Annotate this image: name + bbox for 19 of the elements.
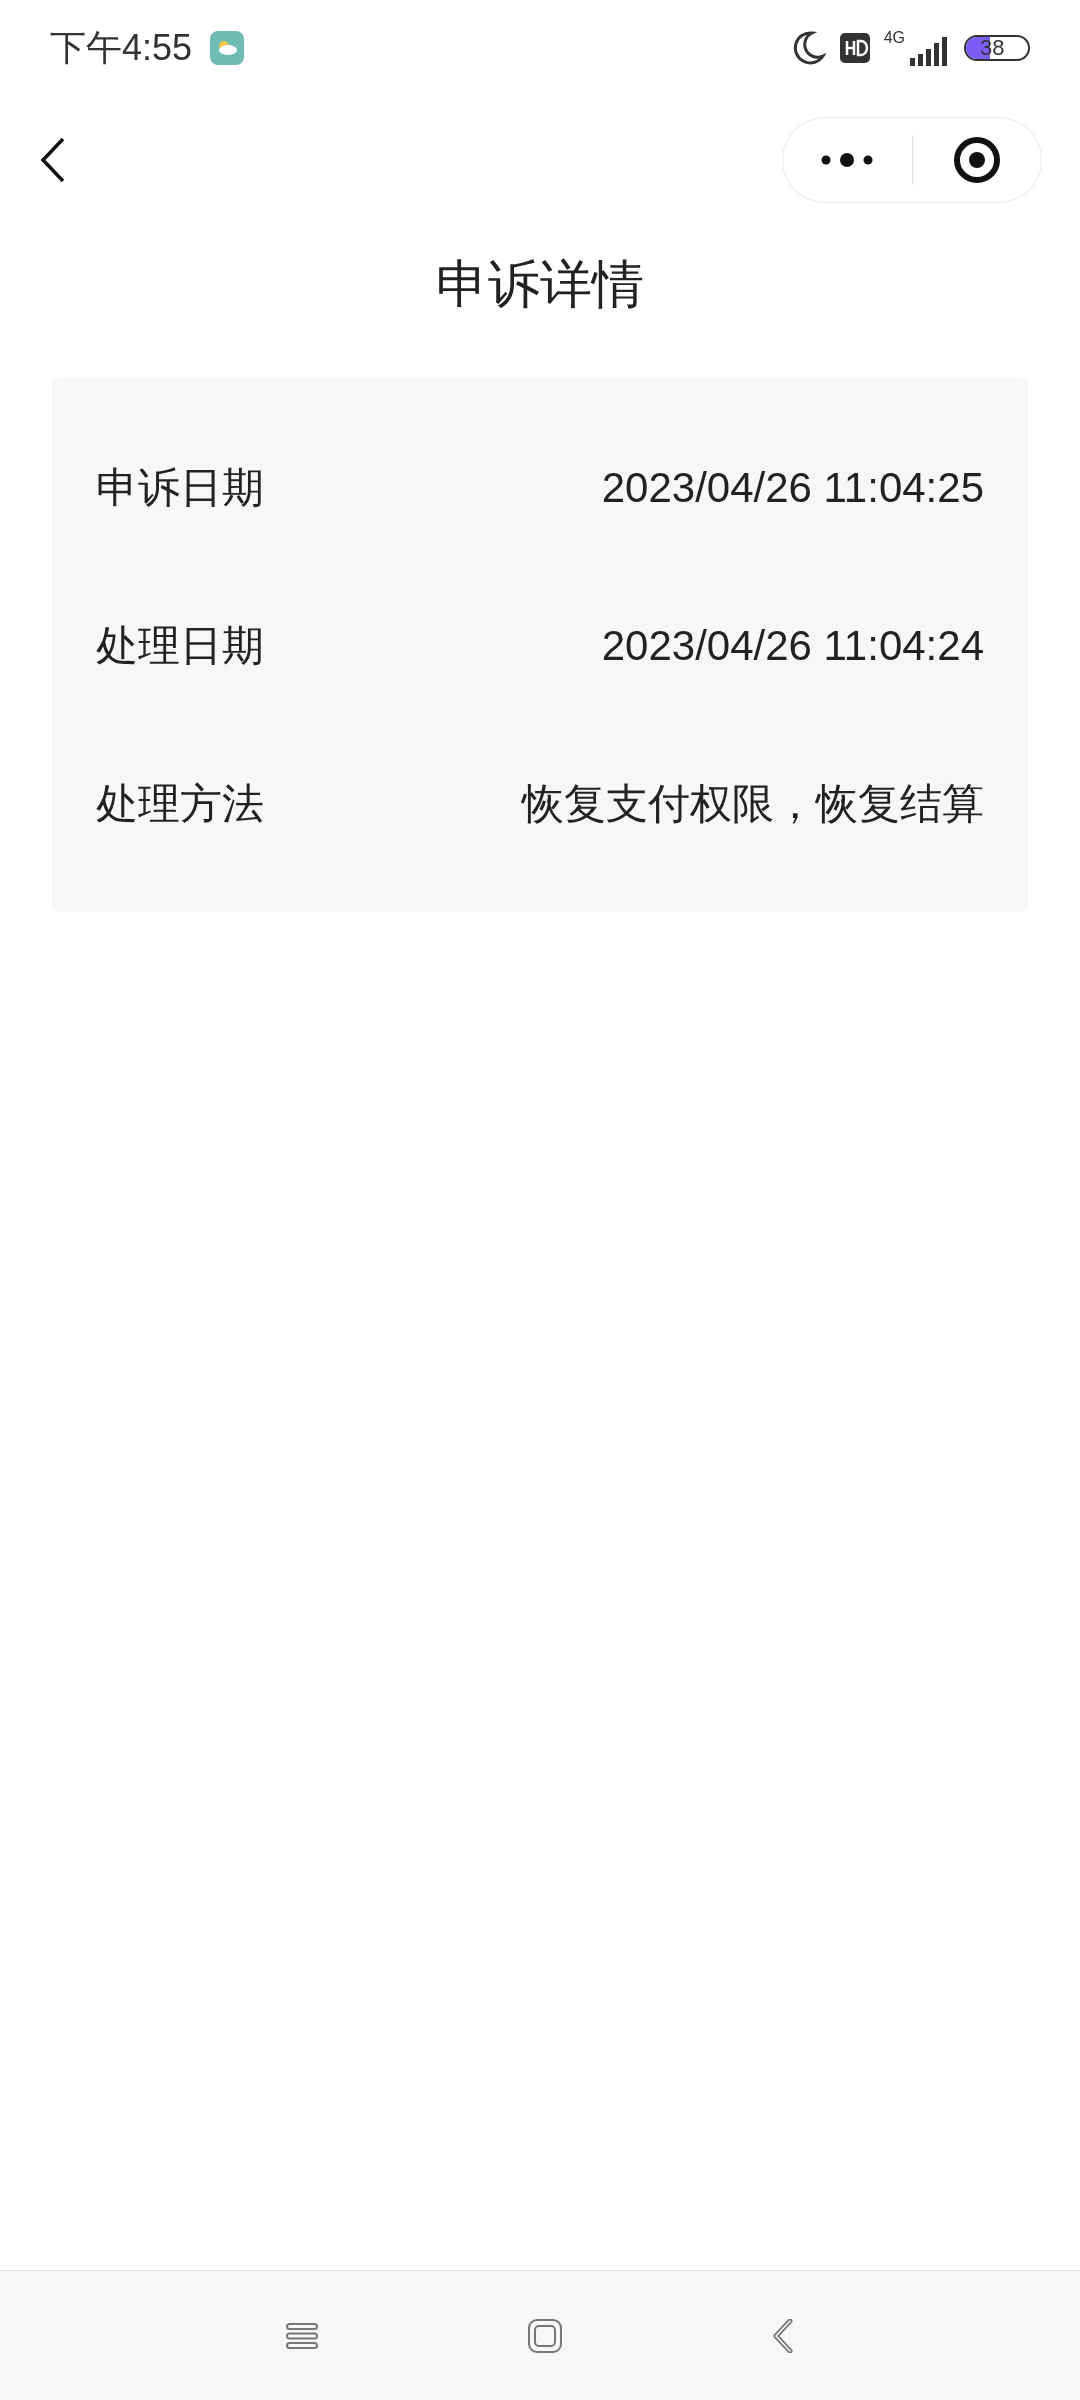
more-icon xyxy=(821,152,874,168)
network-label: 4G xyxy=(883,29,905,46)
weather-icon xyxy=(210,30,245,65)
signal-icon xyxy=(908,35,950,66)
page-title: 申诉详情 xyxy=(436,254,644,315)
detail-label: 处理方法 xyxy=(96,778,264,829)
home-icon[interactable] xyxy=(528,2318,562,2353)
detail-label: 处理日期 xyxy=(96,620,264,671)
back-icon xyxy=(40,136,66,184)
detail-value: 2023/04/26 11:04:24 xyxy=(601,620,984,671)
hd-icon xyxy=(839,32,870,63)
detail-label: 申诉日期 xyxy=(96,462,264,513)
detail-value: 恢复支付权限，恢复结算 xyxy=(522,778,984,829)
menu-icon[interactable] xyxy=(286,2321,318,2350)
detail-value: 2023/04/26 11:04:25 xyxy=(601,462,984,513)
back-icon[interactable] xyxy=(772,2318,794,2353)
moon-icon xyxy=(791,29,826,66)
target-icon xyxy=(952,136,1001,184)
status-time: 下午4:55 xyxy=(50,25,193,70)
